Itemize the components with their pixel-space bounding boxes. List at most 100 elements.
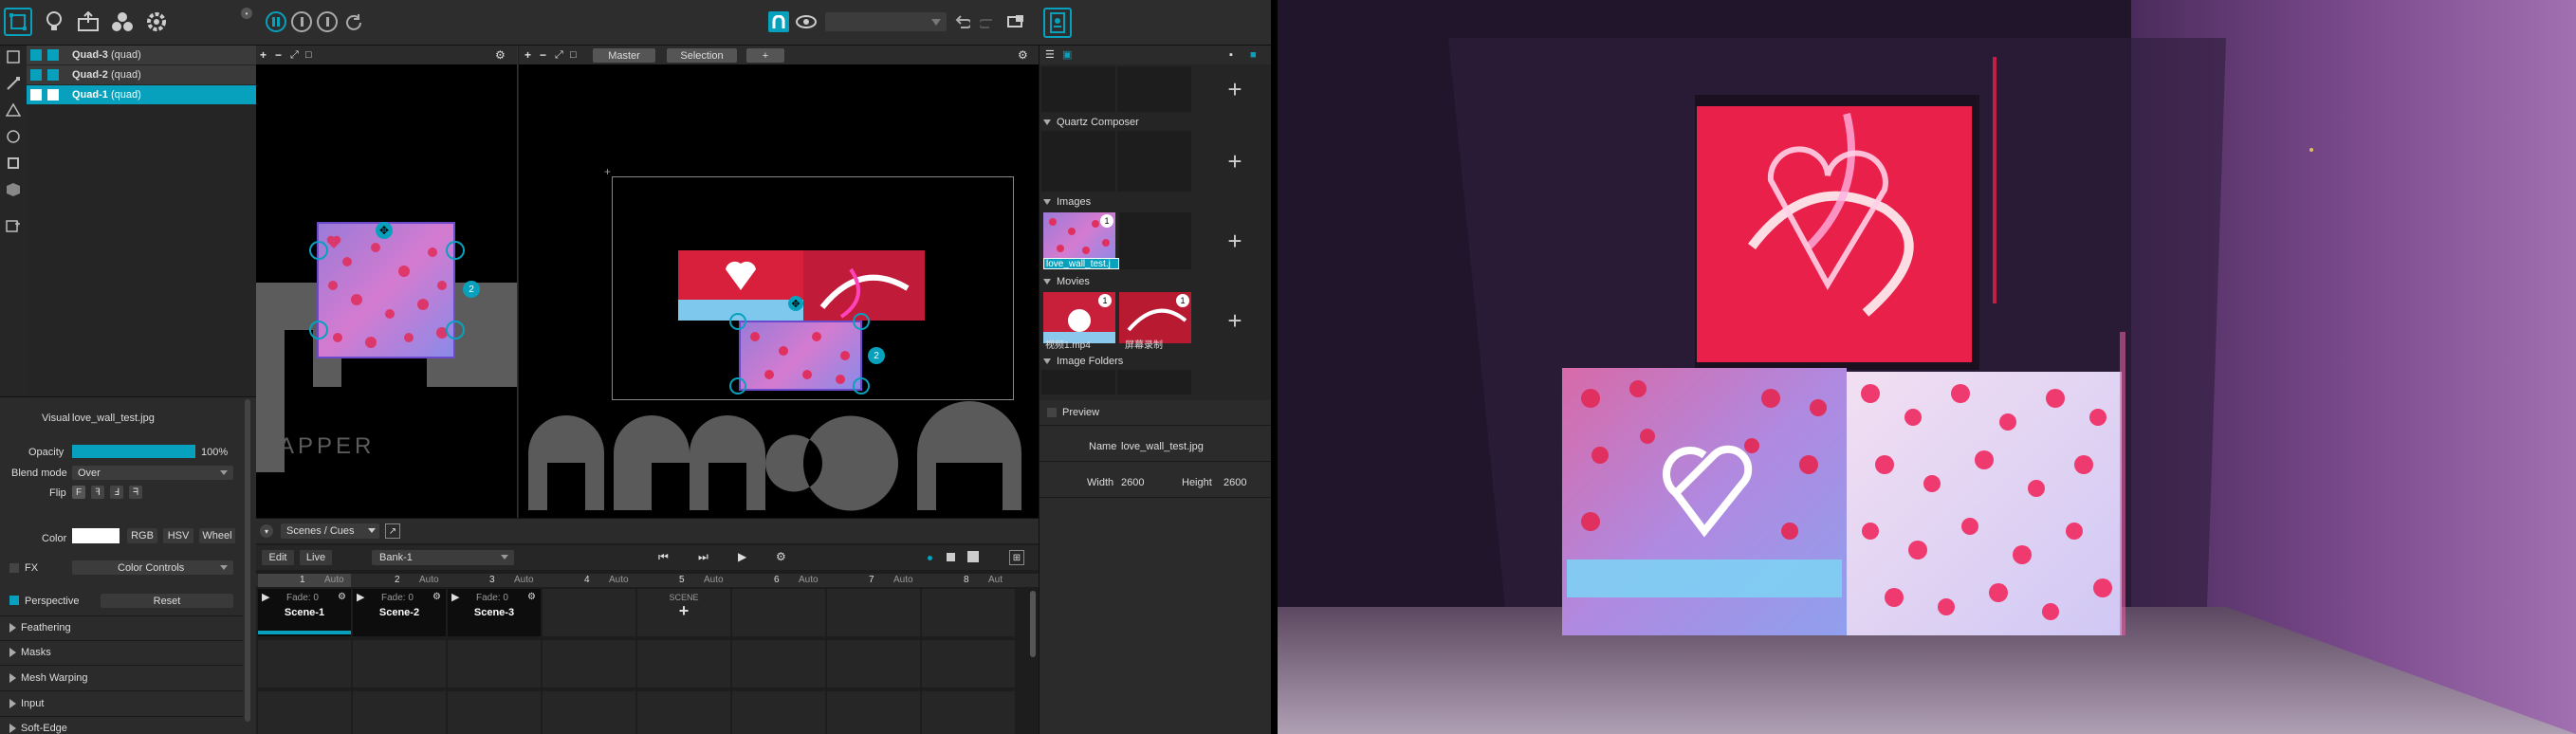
section-mesh-warping[interactable]: Mesh Warping	[21, 671, 88, 685]
small-grid-icon[interactable]: ▪	[1229, 48, 1233, 62]
add-scene-icon[interactable]: +	[637, 602, 730, 619]
preview-checkbox[interactable]	[1047, 408, 1057, 417]
bank-dropdown[interactable]: Bank-1	[372, 550, 514, 565]
add-plus-icon[interactable]: +	[1206, 138, 1263, 184]
section-quartz-composer[interactable]: Quartz Composer	[1057, 116, 1139, 129]
lightbulb-icon[interactable]	[40, 8, 68, 36]
zoom-in-icon[interactable]: +	[524, 48, 531, 62]
color-mode-hsv[interactable]: HSV	[163, 528, 193, 543]
quad-handle[interactable]	[853, 313, 870, 330]
fit-icon[interactable]: ⤢	[555, 48, 563, 62]
chevron-right-icon[interactable]	[9, 724, 16, 733]
undo-icon[interactable]	[952, 11, 973, 32]
output-icon[interactable]	[74, 8, 102, 36]
edit-button[interactable]: Edit	[262, 550, 294, 565]
stop-icon[interactable]	[317, 11, 338, 32]
pause-icon[interactable]	[266, 11, 286, 32]
collapse-icon[interactable]: ▾	[260, 524, 273, 538]
frame-icon[interactable]: □	[570, 48, 577, 62]
output-quad-right[interactable]	[803, 250, 925, 321]
select-quad-tool-icon[interactable]	[4, 47, 23, 66]
chevron-right-icon[interactable]	[9, 623, 16, 633]
rotate-handle-icon[interactable]: 2	[463, 281, 480, 298]
lock-icon[interactable]	[47, 89, 59, 101]
cue-slot[interactable]	[448, 640, 541, 688]
move-handle-icon[interactable]: ✥	[376, 222, 393, 239]
color-mode-rgb[interactable]: RGB	[127, 528, 157, 543]
external-link-icon[interactable]: ↗	[385, 523, 400, 539]
zoom-in-icon[interactable]: +	[260, 48, 267, 62]
cue-slot[interactable]	[732, 691, 825, 734]
cue-slot[interactable]: ▶ Fade: 0 ⚙ Scene-1	[258, 589, 351, 636]
add-layer-icon[interactable]	[4, 216, 23, 235]
triangle-tool-icon[interactable]	[4, 101, 23, 119]
visibility-toggle[interactable]	[30, 49, 42, 61]
large-grid-icon[interactable]: ■	[1250, 48, 1257, 62]
refresh-icon[interactable]	[343, 11, 364, 32]
quad-handle[interactable]	[309, 321, 328, 339]
quad-handle[interactable]	[853, 377, 870, 395]
zoom-out-icon[interactable]: −	[275, 48, 282, 62]
step-icon[interactable]	[291, 11, 312, 32]
scene-play-icon[interactable]: ▶	[357, 591, 364, 604]
cue-slot[interactable]: ▶ Fade: 0 ⚙ Scene-2	[353, 589, 446, 636]
cue-slot[interactable]	[732, 589, 825, 636]
blend-mode-dropdown[interactable]: Over	[72, 466, 233, 480]
flip-none-button[interactable]: F	[72, 486, 85, 499]
quad-handle[interactable]	[729, 377, 746, 395]
add-plus-icon[interactable]: +	[1206, 298, 1263, 343]
color-swatch[interactable]	[72, 528, 120, 543]
flip-vertical-button[interactable]: Ⅎ	[110, 486, 123, 499]
add-output-tab-button[interactable]: +	[746, 48, 784, 63]
properties-scrollbar[interactable]	[245, 399, 250, 722]
section-masks[interactable]: Masks	[21, 646, 51, 659]
chevron-down-icon[interactable]	[1043, 279, 1051, 284]
chevron-down-icon[interactable]	[1043, 199, 1051, 205]
scene-settings-icon[interactable]: ⚙	[527, 591, 536, 604]
output-quad-selected[interactable]	[739, 321, 862, 391]
add-plus-icon[interactable]: +	[1206, 218, 1263, 264]
fit-icon[interactable]: ⤢	[290, 48, 299, 62]
cue-slot[interactable]	[637, 691, 730, 734]
settings-gear-icon[interactable]	[142, 8, 171, 36]
cue-slot[interactable]	[543, 691, 635, 734]
cue-column-header[interactable]: 8 Aut	[922, 574, 1015, 587]
cue-column-header[interactable]: 3 Auto	[448, 574, 541, 587]
opacity-slider[interactable]	[72, 445, 195, 458]
cube-tool-icon[interactable]	[4, 180, 23, 199]
cue-slot[interactable]: SCENE +	[637, 589, 730, 636]
eye-icon[interactable]	[795, 11, 818, 32]
opacity-value[interactable]: 100%	[201, 446, 228, 459]
visibility-toggle[interactable]	[30, 69, 42, 81]
cue-slot[interactable]	[353, 640, 446, 688]
redo-icon[interactable]	[977, 11, 998, 32]
output-selector-dropdown[interactable]	[825, 12, 947, 31]
next-cue-icon[interactable]: ⏭	[698, 550, 708, 563]
reset-button[interactable]: Reset	[101, 594, 233, 608]
magnet-icon[interactable]	[768, 11, 789, 32]
view-gear-icon[interactable]: ⚙	[1018, 48, 1028, 62]
chevron-down-icon[interactable]	[1043, 358, 1051, 364]
tab-master[interactable]: Master	[593, 48, 655, 63]
lock-icon[interactable]	[47, 69, 59, 81]
cue-slot[interactable]	[543, 589, 635, 636]
color-mode-wheel[interactable]: Wheel	[199, 528, 235, 543]
cue-slot[interactable]	[637, 640, 730, 688]
flip-horizontal-button[interactable]: ꟻ	[91, 486, 104, 499]
add-plus-icon[interactable]: +	[1206, 66, 1263, 112]
layer-row[interactable]: Quad-2 (quad)	[27, 65, 256, 84]
circle-tool-icon[interactable]	[4, 127, 23, 146]
cue-column-header[interactable]: 4 Auto	[543, 574, 635, 587]
chevron-down-icon[interactable]	[1043, 119, 1051, 125]
cues-scrollbar[interactable]	[1030, 591, 1036, 657]
fx-checkbox[interactable]	[9, 563, 19, 573]
grid-layout-icon[interactable]: ⊞	[1009, 550, 1024, 565]
cue-slot[interactable]	[732, 640, 825, 688]
pen-tool-icon[interactable]	[4, 74, 23, 93]
cue-slot[interactable]	[353, 691, 446, 734]
flip-both-button[interactable]: ᖷ	[129, 486, 142, 499]
output-quad-left[interactable]	[678, 250, 803, 321]
modules-icon[interactable]	[108, 8, 137, 36]
layer-row[interactable]: Quad-1 (quad)	[27, 85, 256, 104]
lock-icon[interactable]	[47, 49, 59, 61]
